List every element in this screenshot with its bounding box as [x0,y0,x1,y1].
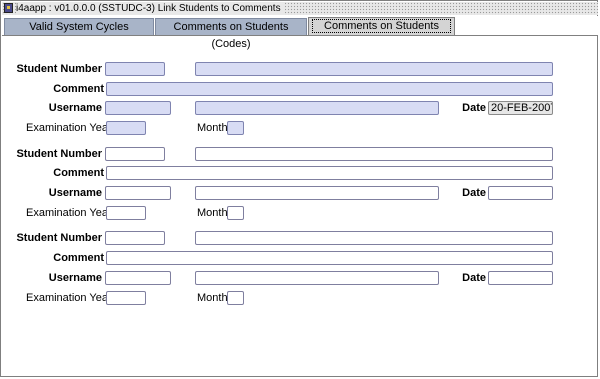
comment-label: Comment [53,252,104,264]
month-label: Month [197,207,228,219]
comment-label: Comment [53,167,104,179]
window-title: i4aapp : v01.0.0.0 (SSTUDC-3) Link Stude… [16,2,285,15]
examination-year-label: Examination Year [26,207,112,219]
examination-year-field[interactable] [106,291,146,305]
date-label: Date [462,272,486,284]
student-number-field[interactable] [105,147,165,161]
app-window: i4aapp : v01.0.0.0 (SSTUDC-3) Link Stude… [0,0,598,377]
username-field[interactable] [105,101,171,115]
examination-year-label: Examination Year [26,292,112,304]
date-field[interactable] [488,186,553,200]
student-number-field[interactable] [105,231,165,245]
username-field[interactable] [105,186,171,200]
tab-comments-on-students[interactable]: Comments on Students [308,17,455,35]
student-number-label: Student Number [16,63,102,75]
user-full-name-field[interactable] [195,271,439,285]
student-name-field[interactable] [195,147,553,161]
examination-year-field[interactable] [106,206,146,220]
student-name-field[interactable] [195,62,553,76]
comment-label: Comment [53,83,104,95]
app-icon [4,3,13,13]
username-field[interactable] [105,271,171,285]
username-label: Username [48,102,102,114]
comment-field[interactable] [106,166,553,180]
tab-label: Valid System Cycles [29,21,129,33]
month-label: Month [197,292,228,304]
student-name-field[interactable] [195,231,553,245]
user-full-name-field[interactable] [195,186,439,200]
username-label: Username [48,187,102,199]
month-field[interactable] [227,206,244,220]
date-label: Date [462,102,486,114]
examination-year-label: Examination Year [26,122,112,134]
tab-label: Comments on Students [312,19,451,33]
title-bar[interactable]: i4aapp : v01.0.0.0 (SSTUDC-3) Link Stude… [2,2,598,15]
comment-field[interactable] [106,251,553,265]
tab-divider [2,35,598,36]
student-number-label: Student Number [16,148,102,160]
student-number-field[interactable] [105,62,165,76]
user-full-name-field[interactable] [195,101,439,115]
month-field[interactable] [227,121,244,135]
tab-bar: Valid System Cycles Comments on Students… [2,16,598,50]
tab-valid-system-cycles[interactable]: Valid System Cycles [4,18,154,35]
month-field[interactable] [227,291,244,305]
tab-comments-on-students-codes[interactable]: Comments on Students (Codes) [155,18,307,50]
comment-field[interactable] [106,82,553,96]
examination-year-field[interactable] [106,121,146,135]
username-label: Username [48,272,102,284]
date-field[interactable] [488,271,553,285]
student-number-label: Student Number [16,232,102,244]
month-label: Month [197,122,228,134]
date-field[interactable]: 20-FEB-2007 [488,101,553,115]
date-label: Date [462,187,486,199]
